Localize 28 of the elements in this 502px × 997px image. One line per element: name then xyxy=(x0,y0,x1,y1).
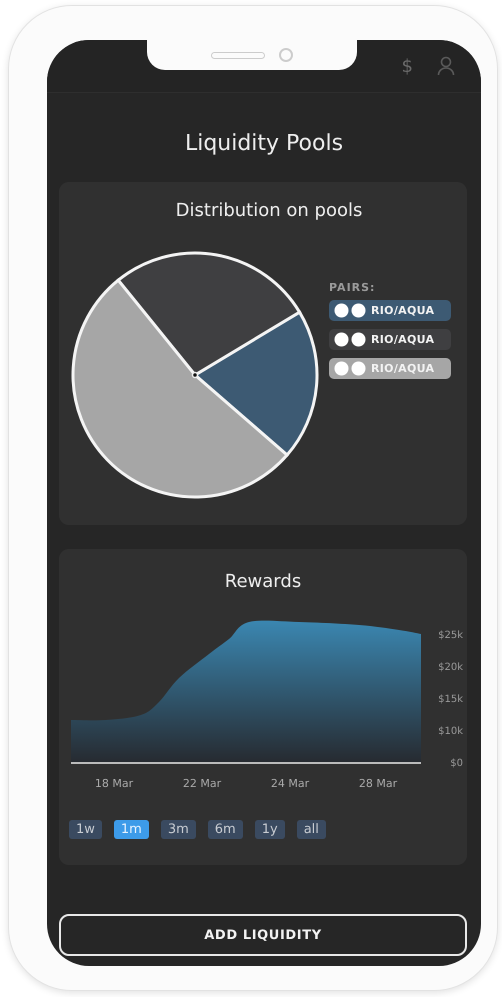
x-axis-label: 22 Mar xyxy=(182,777,222,790)
y-axis-label: $20k xyxy=(438,662,463,673)
range-tab[interactable]: 3m xyxy=(160,820,196,839)
currency-symbol[interactable]: $ xyxy=(402,56,413,76)
x-axis-label: 28 Mar xyxy=(358,777,398,790)
coins-icon xyxy=(334,361,366,376)
coins-icon xyxy=(334,303,366,318)
card-title: Distribution on pools xyxy=(174,200,364,221)
pair-chip[interactable]: RIO/AQUA xyxy=(329,300,451,321)
range-tab[interactable]: 1w xyxy=(69,820,102,839)
card-title: Rewards xyxy=(224,571,302,592)
y-axis-label: $25k xyxy=(438,630,463,641)
user-icon[interactable] xyxy=(437,56,455,76)
range-tab[interactable]: all xyxy=(296,820,326,839)
pair-chip[interactable]: RIO/AQUA xyxy=(329,329,451,350)
x-axis-label: 24 Mar xyxy=(270,777,310,790)
legend-title: PAIRS: xyxy=(329,281,376,294)
range-tab[interactable]: 1y xyxy=(254,820,285,839)
camera-icon xyxy=(279,48,293,62)
y-axis-label: $15k xyxy=(438,694,463,705)
range-tab[interactable]: 6m xyxy=(208,820,243,839)
coins-icon xyxy=(334,332,366,347)
speaker-icon xyxy=(211,52,265,58)
page-title: Liquidity Pools xyxy=(184,131,344,156)
add-liquidity-button[interactable]: ADD LIQUIDITY xyxy=(59,914,467,956)
y-axis-label: $0 xyxy=(450,758,463,769)
y-axis-label: $10k xyxy=(438,726,463,737)
x-axis-label: 18 Mar xyxy=(94,777,134,790)
